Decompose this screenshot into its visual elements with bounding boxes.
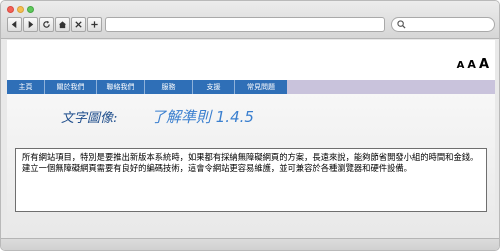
close-window-button[interactable]: [7, 6, 14, 13]
browser-window: A A A 主頁 關於我們 聯絡我們 服務 支援 常見問題 文字圖像: 了解準則…: [0, 0, 500, 251]
banner-text-image: 文字圖像: 了解準則 1.4.5: [61, 108, 254, 126]
reload-icon: [43, 20, 50, 28]
nav-item-faq[interactable]: 常見問題: [235, 80, 287, 94]
search-icon: [397, 20, 406, 29]
reload-button[interactable]: [39, 17, 54, 32]
content-paragraph: 所有網站項目，特別是要推出新版本系統時，如果都有採納無障礙網頁的方案，長遠來說，…: [22, 152, 479, 173]
font-size-large-button[interactable]: A: [479, 57, 489, 72]
browser-toolbar: [1, 1, 499, 39]
back-button[interactable]: [7, 17, 22, 32]
font-size-medium-button[interactable]: A: [467, 58, 476, 71]
content-paragraph-box: 所有網站項目，特別是要推出新版本系統時，如果都有採納無障礙網頁的方案，長遠來說，…: [15, 148, 487, 212]
maximize-window-button[interactable]: [27, 6, 34, 13]
nav-item-support[interactable]: 支援: [193, 80, 235, 94]
banner-prefix: 文字圖像:: [61, 110, 117, 126]
font-size-controls: A A A: [457, 57, 489, 72]
search-input[interactable]: [391, 17, 495, 32]
minimize-window-button[interactable]: [17, 6, 24, 13]
font-size-small-button[interactable]: A: [457, 60, 465, 71]
site-header: A A A: [7, 40, 495, 80]
nav-item-home[interactable]: 主頁: [7, 80, 45, 94]
forward-arrow-icon: [28, 20, 34, 29]
banner-title: 了解準則 1.4.5: [151, 108, 254, 126]
new-tab-button[interactable]: [87, 17, 102, 32]
back-arrow-icon: [11, 20, 17, 29]
page-viewport: A A A 主頁 關於我們 聯絡我們 服務 支援 常見問題 文字圖像: 了解準則…: [7, 40, 495, 238]
close-icon: [75, 21, 82, 28]
nav-item-about[interactable]: 關於我們: [45, 80, 97, 94]
forward-button[interactable]: [23, 17, 38, 32]
nav-item-services[interactable]: 服務: [145, 80, 193, 94]
home-button[interactable]: [55, 17, 70, 32]
browser-status-bar: [1, 238, 499, 250]
address-bar[interactable]: [105, 17, 385, 32]
plus-icon: [91, 21, 98, 28]
main-navigation: 主頁 關於我們 聯絡我們 服務 支援 常見問題: [7, 80, 495, 94]
nav-item-contact[interactable]: 聯絡我們: [97, 80, 145, 94]
stop-button[interactable]: [71, 17, 86, 32]
nav-menu: 主頁 關於我們 聯絡我們 服務 支援 常見問題: [7, 80, 287, 94]
home-icon: [58, 21, 67, 29]
